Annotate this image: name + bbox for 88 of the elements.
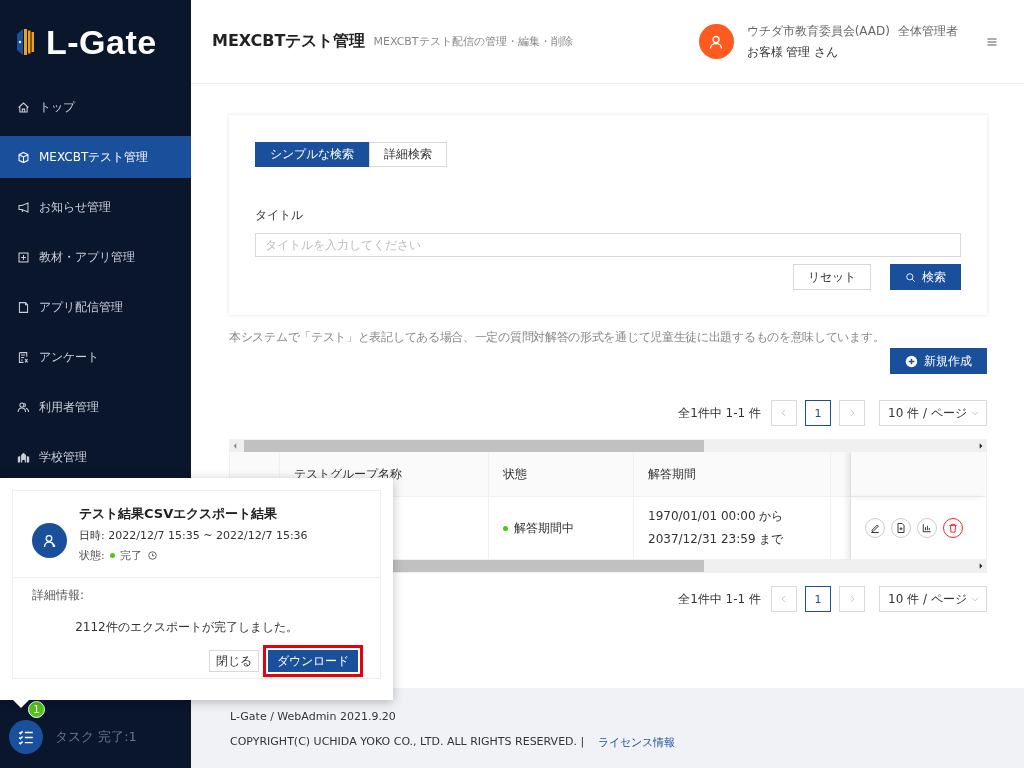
notice-text: 本システムで「テスト」と表記してある場合、一定の質問対解答の形式を通じて児童生徒に出題するものを意味しています。 bbox=[229, 329, 886, 346]
pencil-icon bbox=[869, 522, 881, 534]
trash-icon bbox=[947, 522, 959, 534]
chevron-down-icon bbox=[970, 408, 980, 418]
status-label: 状態: bbox=[79, 548, 105, 563]
task-title: テスト結果CSVエクスポート結果 bbox=[79, 505, 279, 523]
field-label: タイトル bbox=[255, 207, 304, 224]
status-text: 解答期間中 bbox=[514, 519, 574, 537]
page-icon bbox=[17, 300, 30, 314]
sidebar-item[interactable]: 学校管理 bbox=[0, 436, 191, 478]
sidebar-item[interactable]: 教材・アプリ管理 bbox=[0, 236, 191, 278]
sidebar-item[interactable]: MEXCBTテスト管理 bbox=[0, 136, 191, 178]
scroll-right-icon bbox=[978, 442, 984, 450]
document-icon bbox=[895, 522, 907, 534]
task-button[interactable] bbox=[9, 720, 43, 754]
bar-chart-button[interactable] bbox=[917, 518, 937, 538]
detail-label: 詳細情報: bbox=[31, 587, 86, 604]
person-icon bbox=[708, 33, 725, 50]
sidebar-item[interactable]: トップ bbox=[0, 86, 191, 128]
document-button[interactable] bbox=[891, 518, 911, 538]
users-icon bbox=[41, 532, 58, 549]
reset-button[interactable]: リセット bbox=[793, 264, 871, 290]
search-tab[interactable]: 詳細検索 bbox=[369, 142, 447, 167]
export-message: 2112件のエクスポートが完了しました。 bbox=[74, 619, 299, 636]
user-name: お客様 管理 さん bbox=[746, 43, 840, 61]
trash-button[interactable] bbox=[943, 518, 963, 538]
download-button[interactable]: ダウンロード bbox=[268, 650, 358, 672]
page-size-select[interactable]: 10 件 / ページ bbox=[879, 400, 987, 426]
pagination-summary: 全1件中 1-1 件 bbox=[678, 404, 761, 422]
version-text: L-Gate / WebAdmin 2021.9.20 bbox=[230, 710, 397, 723]
page-button[interactable]: 1 bbox=[805, 400, 831, 426]
user-role: 全体管理者 bbox=[898, 23, 958, 38]
chevron-left-icon bbox=[779, 594, 789, 604]
chevron-left-icon bbox=[779, 408, 789, 418]
next-page-button[interactable] bbox=[839, 586, 865, 612]
task-datetime: 日時: 2022/12/7 15:35 ~ 2022/12/7 15:36 bbox=[79, 528, 308, 543]
clock-icon bbox=[146, 550, 158, 561]
sidebar-item[interactable]: お知らせ管理 bbox=[0, 186, 191, 228]
home-icon bbox=[17, 100, 30, 114]
menu-button[interactable] bbox=[986, 35, 998, 48]
megaphone-icon bbox=[17, 200, 30, 214]
sidebar-item[interactable]: アンケート bbox=[0, 336, 191, 378]
organization-name: ウチダ市教育委員会(AAD) bbox=[746, 23, 890, 38]
scroll-right-icon bbox=[978, 562, 984, 570]
status-dot bbox=[503, 525, 508, 531]
license-link[interactable]: ライセンス情報 bbox=[598, 735, 676, 750]
pencil-button[interactable] bbox=[865, 518, 885, 538]
scroll-left-icon bbox=[232, 442, 238, 450]
previous-page-button[interactable] bbox=[771, 400, 797, 426]
period-start: 1970/01/01 00:00 から bbox=[648, 508, 785, 525]
period-end: 2037/12/31 23:59 まで bbox=[648, 531, 785, 548]
logo-text: L-Gate bbox=[46, 22, 157, 62]
form-icon bbox=[17, 350, 30, 364]
school-icon bbox=[17, 450, 30, 464]
horizontal-scrollbar[interactable] bbox=[230, 440, 986, 452]
chevron-right-icon bbox=[847, 408, 857, 418]
users-icon bbox=[17, 400, 30, 414]
previous-page-button[interactable] bbox=[771, 586, 797, 612]
column-header: 解答期間 bbox=[634, 452, 831, 497]
task-list-icon bbox=[17, 728, 35, 746]
menu-icon bbox=[986, 35, 998, 48]
next-page-button[interactable] bbox=[839, 400, 865, 426]
sidebar-item[interactable]: 利用者管理 bbox=[0, 386, 191, 428]
page-subtitle: MEXCBTテスト配信の管理・編集・削除 bbox=[373, 34, 573, 49]
new-button[interactable]: 新規作成 bbox=[890, 348, 987, 374]
page-size-select[interactable]: 10 件 / ページ bbox=[879, 586, 987, 612]
bar-chart-icon bbox=[921, 522, 933, 534]
copyright-text: COPYRIGHT(C) UCHIDA YOKO CO., LTD. ALL RIGHTS RESERVED. | bbox=[230, 735, 585, 750]
column-header: 状態 bbox=[489, 452, 634, 497]
close-button[interactable]: 閉じる bbox=[209, 650, 259, 672]
plus-circle-icon bbox=[905, 354, 918, 368]
task-status-label: タスク 完了:1 bbox=[55, 728, 137, 746]
pagination-summary: 全1件中 1-1 件 bbox=[678, 590, 761, 608]
status-dot bbox=[109, 553, 115, 558]
sidebar-item[interactable]: アプリ配信管理 bbox=[0, 286, 191, 328]
user-avatar[interactable] bbox=[698, 24, 734, 59]
table-header-cell bbox=[831, 452, 851, 497]
cube-icon bbox=[17, 150, 30, 164]
page-title: MEXCBTテスト管理 bbox=[212, 31, 366, 52]
search-button[interactable]: 検索 bbox=[890, 264, 961, 290]
chevron-right-icon bbox=[847, 594, 857, 604]
plus-square-icon bbox=[17, 250, 30, 264]
search-icon bbox=[905, 271, 916, 283]
page-button[interactable]: 1 bbox=[805, 586, 831, 612]
status-text: 完了 bbox=[119, 548, 142, 563]
search-tab[interactable]: シンプルな検索 bbox=[255, 142, 369, 167]
task-count-badge: 1 bbox=[28, 701, 45, 718]
chevron-down-icon bbox=[970, 594, 980, 604]
